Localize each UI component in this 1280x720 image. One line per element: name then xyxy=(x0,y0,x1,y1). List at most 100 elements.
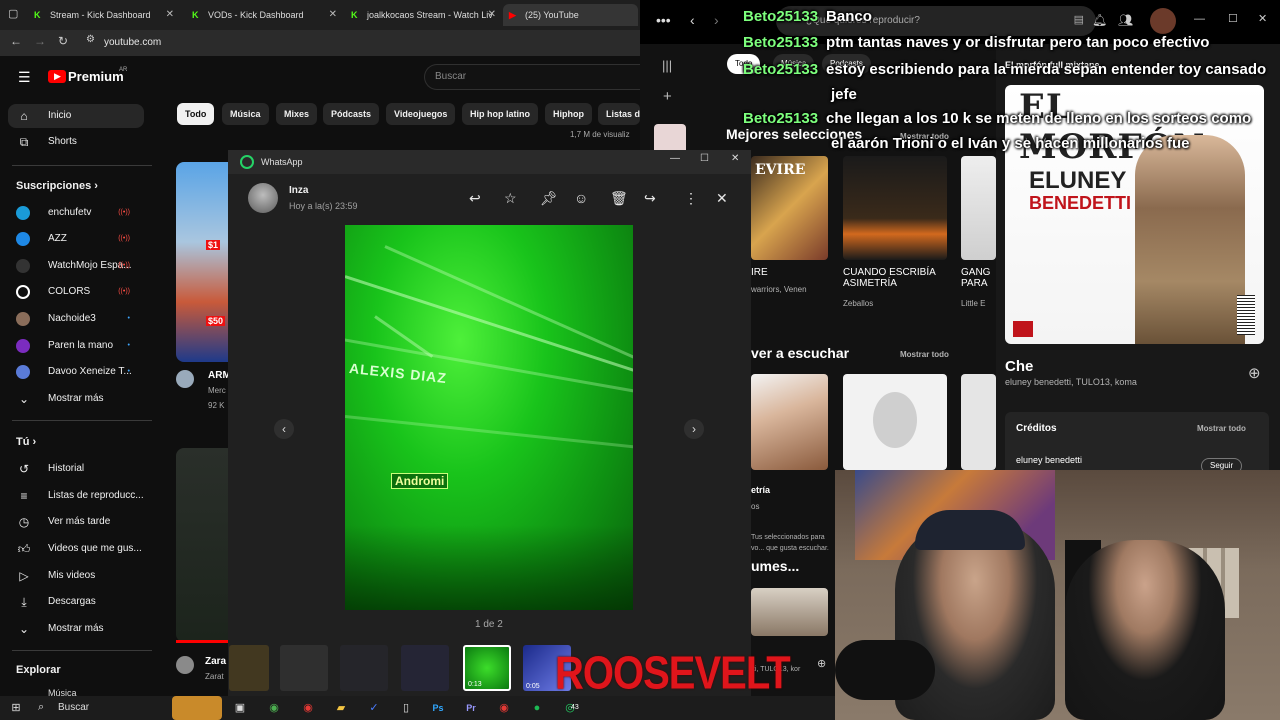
chip-videojuegos[interactable]: Videojuegos xyxy=(386,103,456,125)
avatar[interactable] xyxy=(176,656,194,674)
show-more-subs[interactable]: ⌄ Mostrar más xyxy=(0,387,160,411)
maximize-icon[interactable]: ☐ xyxy=(1228,12,1238,25)
emoji-icon[interactable]: ☺ xyxy=(574,190,588,206)
sidebar-item-my-videos[interactable]: ▷ Mis videos xyxy=(0,564,160,588)
add-icon[interactable]: ⊕ xyxy=(1248,364,1261,382)
album-cover[interactable]: EVIRE xyxy=(751,156,828,260)
chip-todo[interactable]: Todo xyxy=(177,103,215,125)
chip-podcasts[interactable]: Pódcasts xyxy=(323,103,380,125)
sidebar-item-watch-later[interactable]: ◷ Ver más tarde xyxy=(0,510,160,534)
card-title[interactable]: GANG PARA xyxy=(961,267,996,289)
close-icon[interactable]: ✕ xyxy=(329,4,337,26)
sidebar-item-downloads[interactable]: ⤓ Descargas xyxy=(0,590,160,614)
bell-icon[interactable]: 🔔︎ xyxy=(1092,13,1107,27)
photoshop-icon[interactable]: Ps xyxy=(428,698,448,718)
media-thumbnail-selected[interactable]: 0:13 xyxy=(463,645,511,691)
prev-media-icon[interactable]: ‹ xyxy=(274,419,294,439)
album-cover[interactable] xyxy=(751,374,828,470)
media-thumbnail[interactable] xyxy=(229,645,269,691)
browse-icon[interactable]: ▤ xyxy=(1074,13,1084,26)
avatar[interactable] xyxy=(176,370,194,388)
youtube-logo-text[interactable]: Premium xyxy=(68,69,124,84)
close-icon[interactable]: ✕ xyxy=(488,4,496,26)
sidebar-sub-item[interactable]: Nachoide3 • xyxy=(0,307,160,331)
sidebar-item-historial[interactable]: ↺ Historial xyxy=(0,457,160,481)
sidebar-sub-item[interactable]: Paren la mano • xyxy=(0,334,160,358)
taskbar-search[interactable]: ⌕ Buscar xyxy=(32,698,167,718)
browser-tab[interactable]: K joalkkocaos Stream - Watch Liv ✕ xyxy=(345,4,500,26)
edge-icon[interactable]: ✓ xyxy=(364,698,384,718)
video-title[interactable]: Zara xyxy=(205,656,226,667)
youtube-logo-icon[interactable]: ▶ xyxy=(48,70,66,83)
add-icon[interactable]: ⊕ xyxy=(817,657,826,670)
star-icon[interactable]: ☆ xyxy=(504,190,517,207)
chip-mixes[interactable]: Mixes xyxy=(276,103,318,125)
subscriptions-heading[interactable]: Suscripciones › xyxy=(16,180,98,192)
sidebar-sub-item[interactable]: Davoo Xeneize T... • xyxy=(0,360,160,384)
tab-list-icon[interactable]: ▢ xyxy=(8,7,18,20)
sidebar-item-liked[interactable]: 👍︎ Videos que me gus... xyxy=(0,537,160,561)
back-icon[interactable]: ‹ xyxy=(690,12,695,28)
sidebar-sub-item[interactable]: AZZ ((•)) xyxy=(0,227,160,251)
url-field[interactable]: youtube.com xyxy=(90,34,630,52)
show-more-you[interactable]: ⌄ Mostrar más xyxy=(0,617,160,641)
more-icon[interactable]: ••• xyxy=(656,12,671,28)
file-icon[interactable]: ▯ xyxy=(396,698,416,718)
start-icon[interactable]: ⊞ xyxy=(6,698,26,718)
plus-icon[interactable]: + xyxy=(663,88,672,105)
library-icon[interactable]: ||| xyxy=(662,58,672,73)
forward-icon[interactable]: ↪ xyxy=(644,190,656,207)
friends-icon[interactable]: 👥︎ xyxy=(1118,13,1133,27)
close-icon[interactable]: ✕ xyxy=(731,153,739,164)
sender-name[interactable]: Inza xyxy=(289,185,308,196)
credit-name[interactable]: eluney benedetti xyxy=(1016,455,1082,465)
file-explorer-icon[interactable]: ▰ xyxy=(331,698,351,718)
close-icon[interactable]: ✕ xyxy=(166,4,174,26)
media-thumbnail[interactable] xyxy=(340,645,388,691)
track-artists[interactable]: eluney benedetti, TULO13, koma xyxy=(1005,377,1137,387)
you-heading[interactable]: Tú › xyxy=(16,436,36,448)
task-view-icon[interactable]: ▣ xyxy=(230,698,250,718)
album-cover[interactable] xyxy=(961,156,996,260)
sidebar-sub-item[interactable]: enchufetv ((•)) xyxy=(0,201,160,225)
browser-tab[interactable]: K VODs - Kick Dashboard ✕ xyxy=(186,4,341,26)
reply-icon[interactable]: ↩ xyxy=(469,190,481,207)
minimize-icon[interactable]: — xyxy=(670,153,680,164)
sidebar-item-shorts[interactable]: ⧉ Shorts xyxy=(0,130,160,154)
chrome-icon[interactable]: ◉ xyxy=(494,698,514,718)
search-input[interactable]: Buscar xyxy=(435,71,466,82)
forward-icon[interactable]: → xyxy=(34,34,46,48)
avatar[interactable] xyxy=(1150,8,1176,34)
album-cover[interactable] xyxy=(961,374,996,470)
sidebar-sub-item[interactable]: WatchMojo Espa... ((•)) xyxy=(0,254,160,278)
chip-hiphop-latino[interactable]: Hip hop latino xyxy=(462,103,538,125)
show-all-link[interactable]: Mostrar todo xyxy=(1197,424,1246,433)
media-thumbnail[interactable] xyxy=(280,645,328,691)
browser-tab-active[interactable]: ▶ (25) YouTube xyxy=(503,4,638,26)
pin-icon[interactable]: 📌︎ xyxy=(540,190,558,207)
video-thumbnail[interactable]: $1 $50 xyxy=(176,162,228,362)
spotify-icon[interactable]: ● xyxy=(527,698,547,718)
section-title[interactable]: ver a escuchar xyxy=(751,345,849,361)
chip-musica[interactable]: Música xyxy=(222,103,269,125)
sidebar-sub-item[interactable]: COLORS ((•)) xyxy=(0,280,160,304)
trash-icon[interactable]: 🗑︎ xyxy=(610,190,628,207)
media-thumbnail[interactable] xyxy=(401,645,449,691)
album-cover[interactable] xyxy=(843,156,947,260)
chip-listas[interactable]: Listas d xyxy=(598,103,640,125)
show-all-link[interactable]: Mostrar todo xyxy=(900,350,949,359)
next-media-icon[interactable]: › xyxy=(684,419,704,439)
sidebar-item-playlists[interactable]: ≡ Listas de reproducc... xyxy=(0,484,160,508)
chrome-icon[interactable]: ◉ xyxy=(298,698,318,718)
minimize-icon[interactable]: — xyxy=(1194,13,1205,25)
close-icon[interactable]: ✕ xyxy=(1258,12,1267,25)
chip-hiphop[interactable]: Hiphop xyxy=(545,103,592,125)
reload-icon[interactable]: ↻ xyxy=(58,34,68,48)
sidebar-item-inicio[interactable]: ⌂ Inicio xyxy=(8,104,144,128)
close-viewer-icon[interactable]: ✕ xyxy=(716,190,728,207)
menu-icon[interactable]: ☰ xyxy=(18,69,31,86)
track-title[interactable]: Che xyxy=(1005,358,1033,375)
video-thumbnail[interactable] xyxy=(176,448,228,642)
album-cover[interactable] xyxy=(843,374,947,470)
card-title[interactable]: CUANDO ESCRIBÍA ASIMETRÍA xyxy=(843,267,953,289)
